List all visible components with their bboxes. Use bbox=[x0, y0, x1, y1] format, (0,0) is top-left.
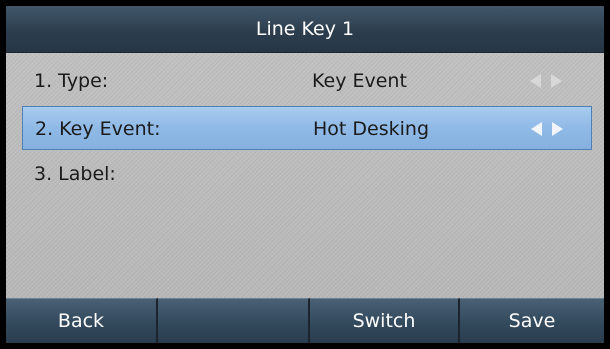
row-key-event[interactable]: 2. Key Event: Hot Desking bbox=[22, 106, 592, 150]
softkey-empty[interactable] bbox=[158, 298, 310, 343]
phone-screen: Line Key 1 1. Type: Key Event 2. Key Eve… bbox=[0, 0, 610, 349]
arrow-left-icon[interactable] bbox=[530, 74, 541, 88]
arrow-left-icon[interactable] bbox=[531, 122, 542, 136]
row-key-event-arrows[interactable] bbox=[527, 107, 577, 151]
row-label-label: 3. Label: bbox=[34, 163, 116, 185]
softkey-bar: Back Switch Save bbox=[6, 298, 604, 343]
row-label[interactable]: 3. Label: bbox=[22, 152, 592, 196]
row-type-value: Key Event bbox=[312, 70, 407, 92]
arrow-right-icon[interactable] bbox=[552, 122, 563, 136]
softkey-back[interactable]: Back bbox=[6, 298, 158, 343]
row-key-event-value: Hot Desking bbox=[313, 118, 430, 140]
page-title: Line Key 1 bbox=[6, 6, 604, 53]
softkey-save[interactable]: Save bbox=[460, 298, 604, 343]
screen-content: Line Key 1 1. Type: Key Event 2. Key Eve… bbox=[6, 6, 604, 343]
row-type-arrows[interactable] bbox=[526, 59, 576, 103]
row-key-event-label: 2. Key Event: bbox=[35, 118, 161, 140]
row-type-label: 1. Type: bbox=[34, 70, 109, 92]
arrow-right-icon[interactable] bbox=[551, 74, 562, 88]
softkey-switch[interactable]: Switch bbox=[310, 298, 460, 343]
row-type[interactable]: 1. Type: Key Event bbox=[22, 59, 592, 103]
